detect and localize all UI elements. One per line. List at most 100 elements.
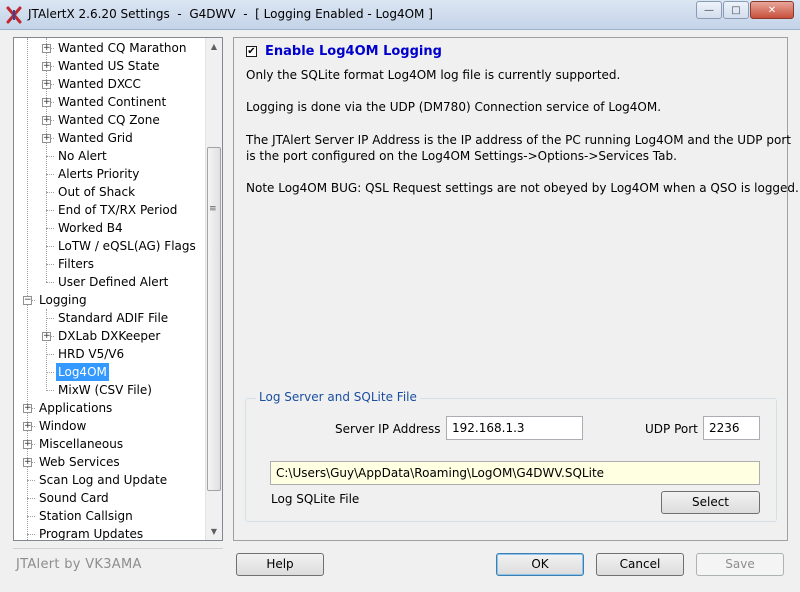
tree-item[interactable]: End of TX/RX Period xyxy=(14,201,206,219)
expand-icon[interactable]: + xyxy=(42,98,51,107)
tree-item[interactable]: Worked B4 xyxy=(14,219,206,237)
tree-item[interactable]: LoTW / eQSL(AG) Flags xyxy=(14,237,206,255)
tree-item-label[interactable]: Applications xyxy=(39,399,112,417)
tree-item[interactable]: + Window xyxy=(14,417,206,435)
tree-connector xyxy=(46,282,54,283)
tree-item[interactable]: + Wanted Grid xyxy=(14,129,206,147)
scroll-up-icon[interactable]: ▲ xyxy=(206,38,222,55)
tree-scrollbar[interactable]: ▲ ≡ ▼ xyxy=(205,38,222,540)
tree-item[interactable]: Station Callsign xyxy=(14,507,206,525)
save-button[interactable]: Save xyxy=(696,553,784,576)
tree-item-label[interactable]: Wanted US State xyxy=(58,57,160,75)
tree-item-label[interactable]: Scan Log and Update xyxy=(39,471,167,489)
udp-port-input[interactable]: 2236 xyxy=(703,416,760,440)
expand-icon[interactable]: + xyxy=(42,80,51,89)
enable-log4om-row[interactable]: ✔ Enable Log4OM Logging xyxy=(246,44,442,59)
tree-item-label[interactable]: Out of Shack xyxy=(58,183,135,201)
tree-item-label[interactable]: Alerts Priority xyxy=(58,165,139,183)
expand-icon[interactable]: + xyxy=(23,440,32,449)
tree-item-label[interactable]: Standard ADIF File xyxy=(58,309,168,327)
tree-item-label[interactable]: Program Updates xyxy=(39,525,143,540)
expand-icon[interactable]: + xyxy=(23,404,32,413)
tree-connector xyxy=(27,516,35,517)
tree-item[interactable]: + DXLab DXKeeper xyxy=(14,327,206,345)
tree-item[interactable]: Filters xyxy=(14,255,206,273)
collapse-icon[interactable]: − xyxy=(23,296,32,305)
tree-item[interactable]: No Alert xyxy=(14,147,206,165)
tree-item-label[interactable]: Wanted Continent xyxy=(58,93,166,111)
tree-item-label[interactable]: DXLab DXKeeper xyxy=(58,327,160,345)
tree-item[interactable]: + Wanted CQ Marathon xyxy=(14,39,206,57)
tree-item-label[interactable]: Window xyxy=(39,417,86,435)
window-title: JTAlertX 2.6.20 Settings - G4DWV - [ Log… xyxy=(28,7,433,21)
tree-item-label[interactable]: Web Services xyxy=(39,453,120,471)
expand-icon[interactable]: + xyxy=(42,44,51,53)
tree-item-label[interactable]: MixW (CSV File) xyxy=(58,381,152,399)
close-icon[interactable]: ✕ xyxy=(750,1,794,19)
tree-item[interactable]: + Applications xyxy=(14,399,206,417)
tree-connector xyxy=(46,192,54,193)
tree-connector xyxy=(27,480,35,481)
tree-item[interactable]: Alerts Priority xyxy=(14,165,206,183)
expand-icon[interactable]: + xyxy=(42,116,51,125)
tree-item-label[interactable]: End of TX/RX Period xyxy=(58,201,177,219)
tree-item-label[interactable]: Log4OM xyxy=(56,363,109,381)
tree-item-label[interactable]: Wanted CQ Marathon xyxy=(58,39,186,57)
tree-item-label[interactable]: User Defined Alert xyxy=(58,273,168,291)
cancel-button[interactable]: Cancel xyxy=(596,553,684,576)
expand-icon[interactable]: + xyxy=(42,62,51,71)
tree-item-label[interactable]: Wanted DXCC xyxy=(58,75,141,93)
minimize-icon[interactable]: — xyxy=(696,1,722,19)
tree-item-label[interactable]: LoTW / eQSL(AG) Flags xyxy=(58,237,196,255)
group-title: Log Server and SQLite File xyxy=(256,390,420,404)
tree-item[interactable]: Scan Log and Update xyxy=(14,471,206,489)
udp-port-label: UDP Port xyxy=(645,422,698,436)
expand-icon[interactable]: + xyxy=(42,332,51,341)
expand-icon[interactable]: + xyxy=(23,458,32,467)
app-icon xyxy=(6,6,22,24)
tree-item[interactable]: − Logging xyxy=(14,291,206,309)
server-ip-label: Server IP Address xyxy=(335,422,441,436)
expand-icon[interactable]: + xyxy=(42,134,51,143)
tree-items: + Wanted CQ Marathon + Wanted US State + Want… xyxy=(14,38,206,540)
scroll-thumb[interactable] xyxy=(207,147,221,491)
tree-item[interactable]: HRD V5/V6 xyxy=(14,345,206,363)
tree-item[interactable]: + Miscellaneous xyxy=(14,435,206,453)
tree-item[interactable]: + Wanted US State xyxy=(14,57,206,75)
tree-item[interactable]: + Wanted Continent xyxy=(14,93,206,111)
tree-item-label[interactable]: Sound Card xyxy=(39,489,109,507)
tree-connector xyxy=(46,210,54,211)
tree-item-label[interactable]: Logging xyxy=(39,291,87,309)
ok-button[interactable]: OK xyxy=(496,553,584,576)
tree-item[interactable]: User Defined Alert xyxy=(14,273,206,291)
sqlite-path-input[interactable]: C:\Users\Guy\AppData\Roaming\LogOM\G4DWV… xyxy=(270,461,760,485)
tree-item-label[interactable]: HRD V5/V6 xyxy=(58,345,124,363)
tree-item[interactable]: MixW (CSV File) xyxy=(14,381,206,399)
tree-item[interactable]: Log4OM xyxy=(14,363,206,381)
tree-item-label[interactable]: Station Callsign xyxy=(39,507,133,525)
tree-item[interactable]: Standard ADIF File xyxy=(14,309,206,327)
tree-item-label[interactable]: Worked B4 xyxy=(58,219,123,237)
tree-item[interactable]: Out of Shack xyxy=(14,183,206,201)
server-ip-input[interactable]: 192.168.1.3 xyxy=(446,416,583,440)
tree-item[interactable]: + Web Services xyxy=(14,453,206,471)
tree-item-label[interactable]: Miscellaneous xyxy=(39,435,123,453)
tree-item-label[interactable]: Filters xyxy=(58,255,94,273)
tree-connector xyxy=(46,174,54,175)
tree-item[interactable]: Sound Card xyxy=(14,489,206,507)
tree-item[interactable]: + Wanted CQ Zone xyxy=(14,111,206,129)
tree-item[interactable]: + Wanted DXCC xyxy=(14,75,206,93)
sqlite-file-label: Log SQLite File xyxy=(271,492,360,506)
enable-log4om-label[interactable]: Enable Log4OM Logging xyxy=(265,44,442,59)
help-button[interactable]: Help xyxy=(236,553,324,576)
tree-item-label[interactable]: Wanted CQ Zone xyxy=(58,111,160,129)
tree-item-label[interactable]: Wanted Grid xyxy=(58,129,133,147)
settings-tree[interactable]: + Wanted CQ Marathon + Wanted US State + Want… xyxy=(13,37,223,541)
expand-icon[interactable]: + xyxy=(23,422,32,431)
enable-log4om-checkbox[interactable]: ✔ xyxy=(246,46,257,57)
tree-item[interactable]: Program Updates xyxy=(14,525,206,540)
scroll-down-icon[interactable]: ▼ xyxy=(206,523,222,540)
tree-item-label[interactable]: No Alert xyxy=(58,147,107,165)
select-button[interactable]: Select xyxy=(661,491,760,514)
maximize-icon[interactable]: □ xyxy=(723,1,749,19)
